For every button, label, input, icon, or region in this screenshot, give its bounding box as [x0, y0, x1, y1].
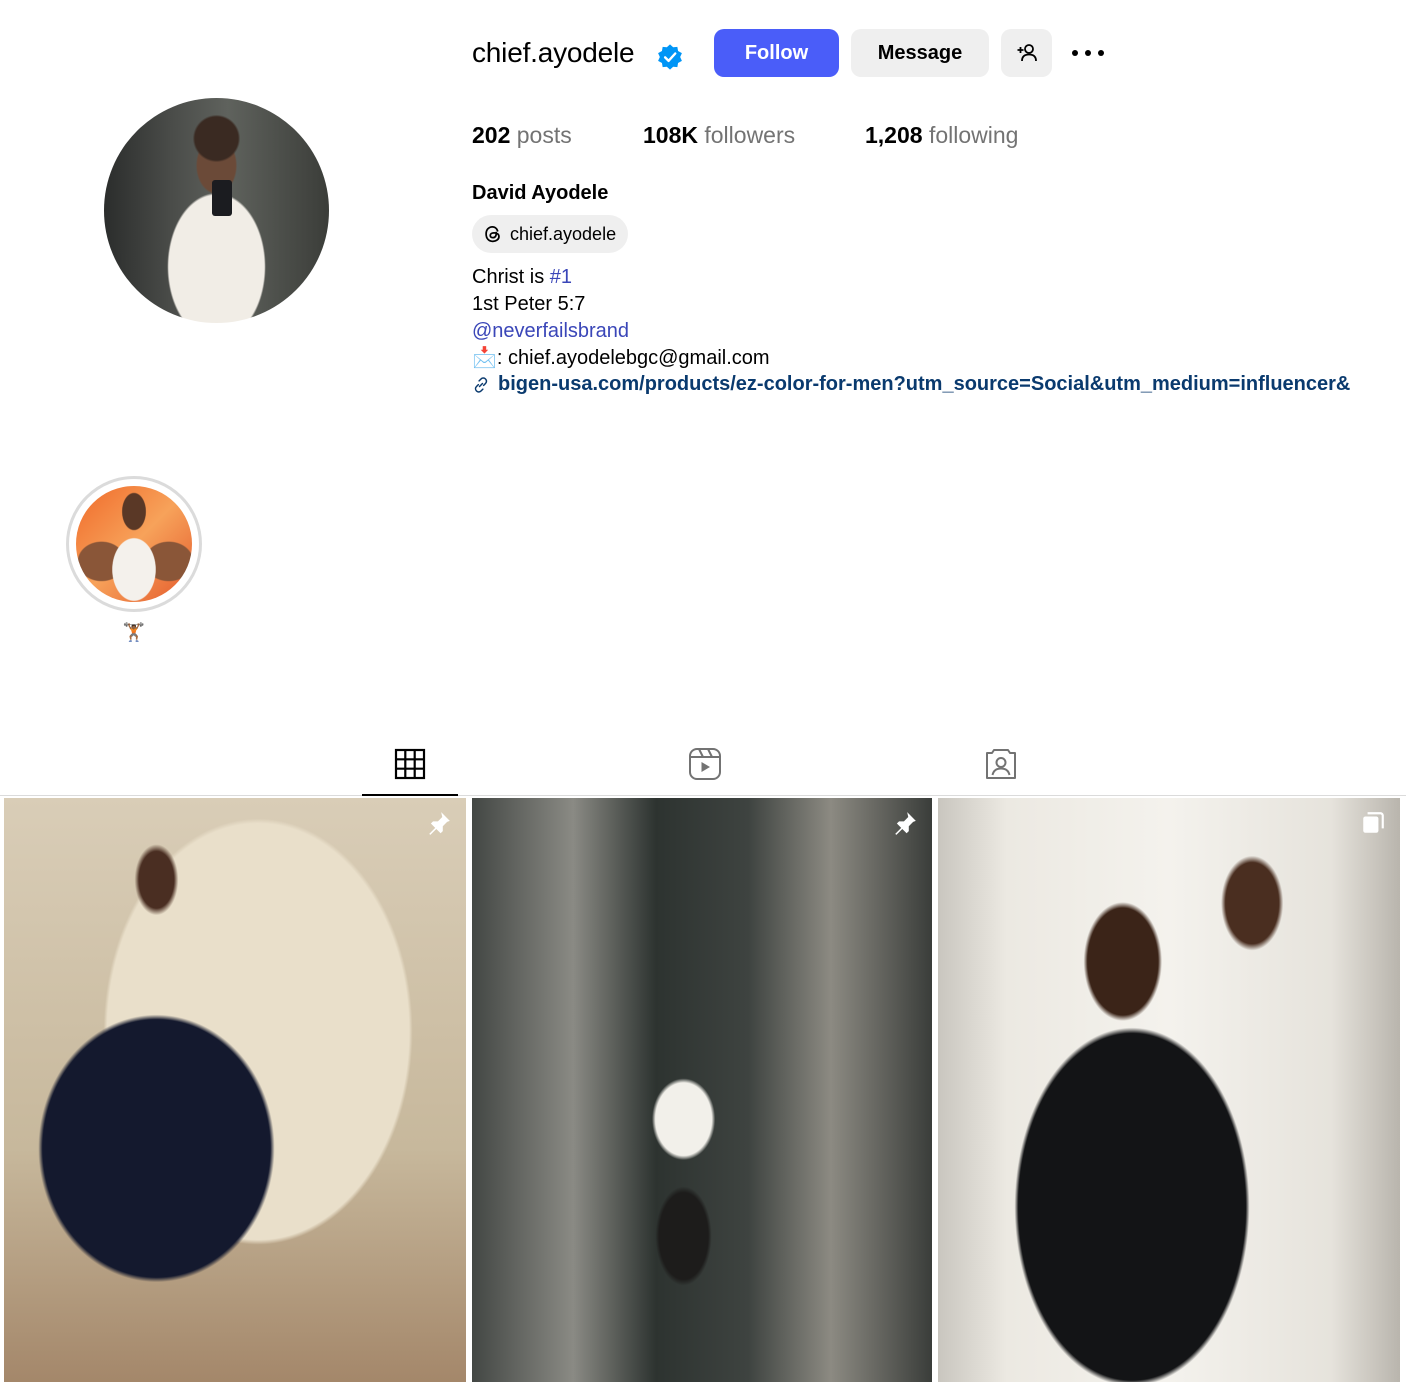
profile-avatar[interactable] — [104, 98, 329, 323]
highlight-cover — [76, 486, 192, 602]
bio-mention-link[interactable]: @neverfailsbrand — [472, 320, 629, 342]
follow-button[interactable]: Follow — [714, 29, 839, 77]
followers-stat[interactable]: 108K followers — [643, 120, 795, 150]
posts-count: 202 — [472, 122, 511, 148]
post-tile[interactable] — [472, 798, 932, 1382]
followers-label: followers — [704, 122, 796, 148]
bio-line-2: 1st Peter 5:7 — [472, 293, 586, 315]
verified-badge-icon — [658, 44, 682, 70]
more-options-button[interactable] — [1068, 40, 1108, 66]
profile-bio: Christ is #1 1st Peter 5:7 @neverfailsbr… — [472, 264, 770, 372]
profile-username: chief.ayodele — [472, 37, 635, 68]
post-tile[interactable] — [4, 798, 466, 1382]
tagged-icon — [986, 749, 1016, 779]
threads-icon — [485, 225, 500, 243]
bio-text: Christ is — [472, 266, 550, 288]
bio-external-link[interactable]: bigen-usa.com/products/ez-color-for-men?… — [472, 371, 1406, 398]
message-button[interactable]: Message — [851, 29, 989, 77]
tab-posts[interactable] — [390, 744, 430, 784]
bio-email: : chief.ayodelebgc@gmail.com — [496, 347, 770, 369]
highlight-label: 🏋🏾 — [122, 622, 146, 642]
following-stat[interactable]: 1,208 following — [865, 120, 1018, 150]
following-label: following — [928, 122, 1019, 148]
avatar-phone-detail — [212, 180, 232, 216]
link-icon — [474, 376, 488, 393]
bio-link-text[interactable]: bigen-usa.com/products/ez-color-for-men?… — [498, 373, 1350, 396]
add-user-icon — [1017, 44, 1037, 62]
post-tile[interactable] — [938, 798, 1400, 1382]
following-count: 1,208 — [865, 122, 923, 148]
threads-handle: chief.ayodele — [510, 223, 617, 244]
profile-full-name: David Ayodele — [472, 182, 609, 204]
posts-label: posts — [516, 122, 572, 148]
more-icon — [1072, 50, 1104, 56]
bio-hashtag-link[interactable]: #1 — [550, 266, 572, 288]
grid-icon — [394, 748, 426, 780]
threads-badge[interactable]: chief.ayodele — [472, 215, 629, 253]
posts-stat: 202 posts — [472, 120, 572, 150]
story-highlight[interactable] — [66, 476, 202, 612]
bio-line-3: @neverfailsbrand — [472, 318, 770, 345]
active-tab-indicator — [362, 794, 458, 796]
pin-icon — [895, 812, 916, 835]
tab-tagged[interactable] — [981, 744, 1021, 784]
tab-reels[interactable] — [685, 744, 725, 784]
carousel-icon — [1363, 812, 1384, 833]
tabs-divider — [0, 795, 1406, 796]
bio-line-1: Christ is #1 — [472, 264, 770, 291]
reels-icon — [689, 748, 721, 780]
suggested-accounts-button[interactable] — [1001, 29, 1052, 77]
envelope-icon: 📩 — [472, 347, 497, 369]
bio-line-4: 📩: chief.ayodelebgc@gmail.com — [472, 345, 770, 372]
followers-count: 108K — [643, 122, 698, 148]
pin-icon — [429, 812, 450, 835]
